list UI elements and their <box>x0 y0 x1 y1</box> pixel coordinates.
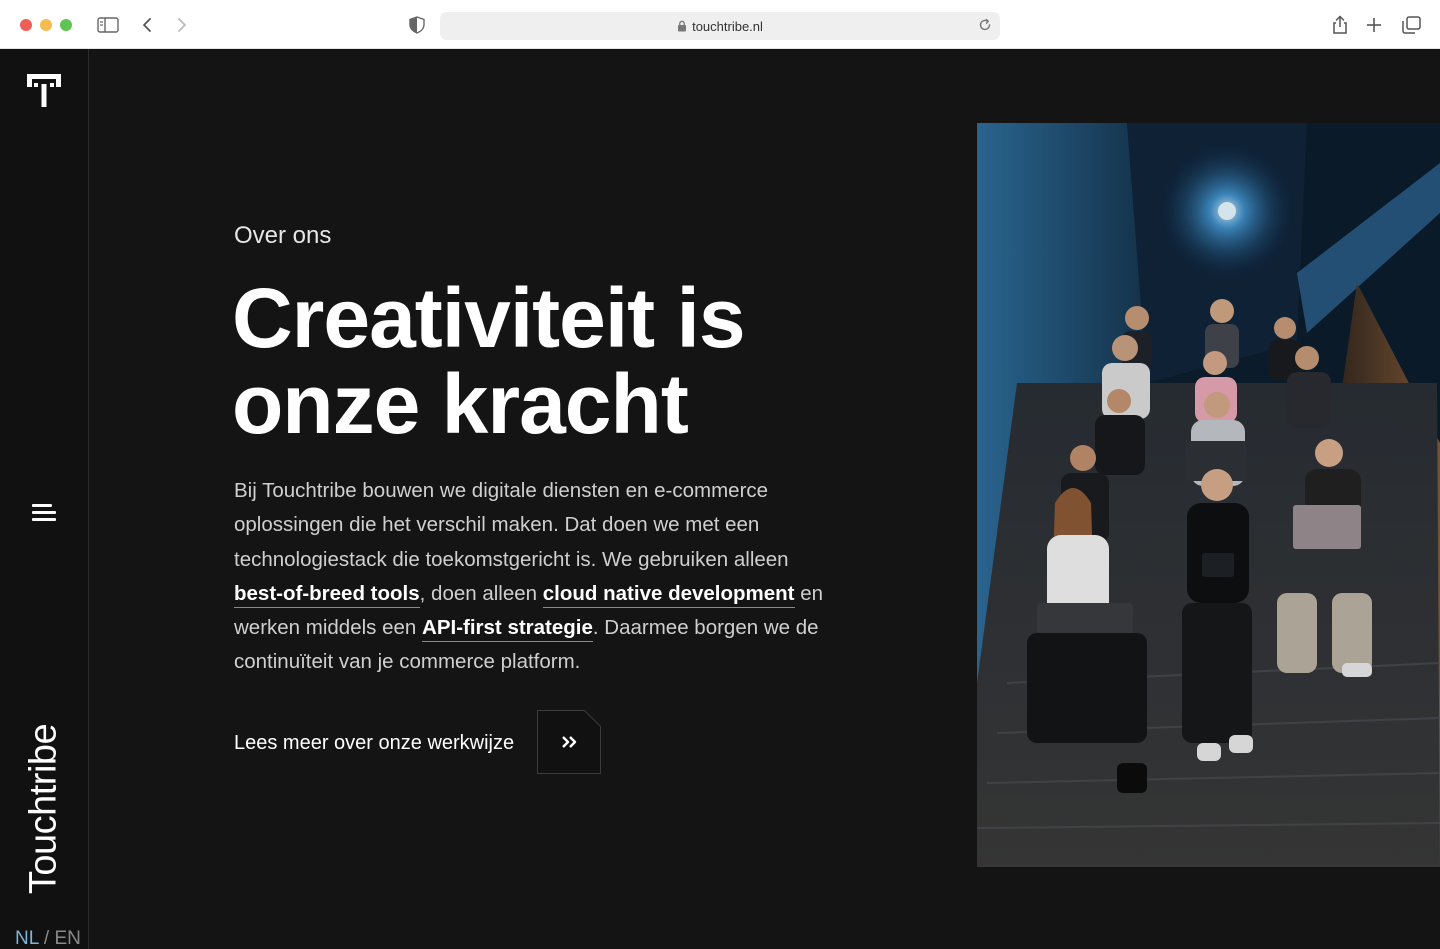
cloud-native-link[interactable]: cloud native development <box>542 581 795 608</box>
lang-nl-link[interactable]: NL <box>15 928 39 949</box>
new-tab-icon[interactable] <box>1366 14 1382 36</box>
sidebar-toggle-icon[interactable] <box>97 14 119 36</box>
forward-icon[interactable] <box>176 14 188 36</box>
headline-line-2: onze kracht <box>232 357 689 451</box>
team-photo <box>977 123 1440 867</box>
back-icon[interactable] <box>141 14 153 36</box>
cta-corner-fold <box>584 710 601 727</box>
language-switch: NL / EN <box>15 928 81 949</box>
menu-hamburger-icon[interactable] <box>32 504 56 522</box>
headline-line-1: Creativiteit is <box>232 271 746 365</box>
sidebar: Touchtribe NL / EN <box>0 49 89 949</box>
close-window-button[interactable] <box>20 19 32 31</box>
lang-separator: / <box>38 928 55 949</box>
brand-wordmark: Touchtribe <box>22 723 65 895</box>
touchtribe-logo-icon[interactable] <box>27 74 61 113</box>
url-text: touchtribe.nl <box>692 18 763 34</box>
cta-link-label[interactable]: Lees meer over onze werkwijze <box>234 732 514 755</box>
intro-paragraph: Bij Touchtribe bouwen we digitale dienst… <box>234 474 834 680</box>
lang-en-link[interactable]: EN <box>54 928 80 949</box>
address-bar[interactable]: touchtribe.nl <box>440 12 1000 40</box>
minimize-window-button[interactable] <box>40 19 52 31</box>
maximize-window-button[interactable] <box>60 19 72 31</box>
api-first-link[interactable]: API-first strategie <box>422 616 593 643</box>
tab-overview-icon[interactable] <box>1402 14 1421 36</box>
best-of-breed-link[interactable]: best-of-breed tools <box>234 581 420 608</box>
reload-icon[interactable] <box>978 18 992 32</box>
browser-toolbar: touchtribe.nl <box>0 0 1440 49</box>
intro-text-1: Bij Touchtribe bouwen we digitale dienst… <box>234 479 789 571</box>
double-chevron-right-icon <box>561 735 577 749</box>
share-icon[interactable] <box>1331 14 1349 36</box>
page-headline: Creativiteit is onze kracht <box>232 275 872 447</box>
intro-text-2: , doen alleen <box>419 581 543 605</box>
page: Touchtribe NL / EN Over ons Creativiteit… <box>0 49 1440 949</box>
section-eyebrow: Over ons <box>234 222 332 249</box>
privacy-shield-icon[interactable] <box>408 14 426 36</box>
lock-icon <box>677 20 687 32</box>
